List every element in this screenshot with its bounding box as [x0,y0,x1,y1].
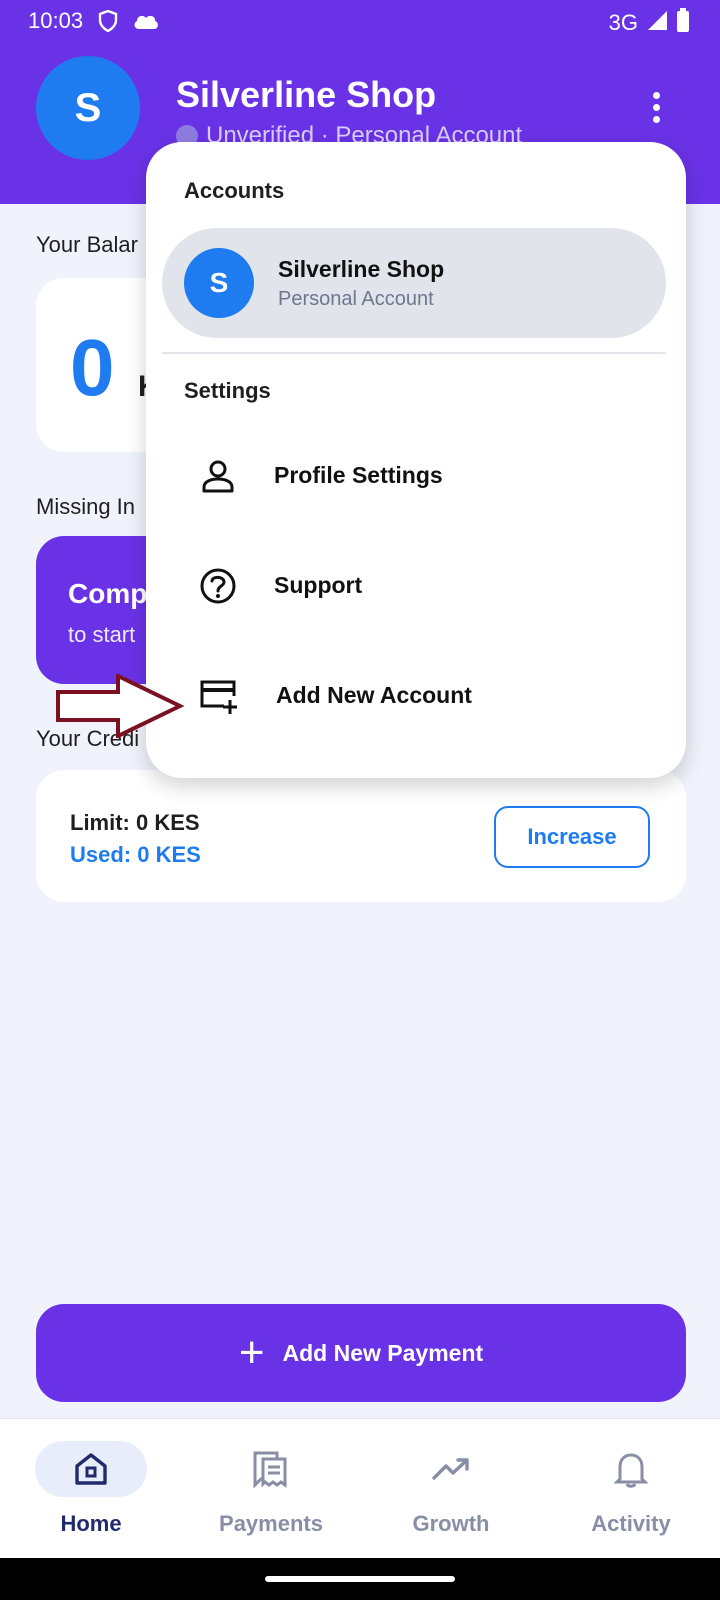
add-new-account-label: Add New Account [276,682,472,708]
credit-limit: Limit: 0 KES [70,810,200,835]
nav-growth[interactable]: Growth [366,1441,536,1537]
credit-card: Limit: 0 KES Used: 0 KES Increase [36,770,686,902]
bell-icon [575,1441,687,1497]
help-circle-icon [198,566,238,606]
home-icon [35,1441,147,1497]
account-title: Silverline Shop [176,74,437,115]
balance-label: Your Balar [36,232,138,257]
trending-up-icon [395,1441,507,1497]
account-item-silverline-shop[interactable]: S Silverline Shop Personal Account [162,228,666,338]
missing-info-label: Missing In [36,494,136,519]
add-new-payment-label: Add New Payment [282,1339,484,1366]
menu-item-support[interactable]: Support [162,536,666,636]
annotation-arrow-icon [56,672,185,743]
add-new-payment-button[interactable]: + Add New Payment [36,1304,686,1402]
plus-icon: + [238,1328,265,1377]
card-plus-icon [198,676,238,716]
avatar[interactable]: S [36,56,140,160]
nav-payments-label: Payments [219,1511,323,1536]
home-gesture-handle[interactable] [265,1576,455,1582]
account-name: Silverline Shop [278,256,445,282]
cloud-icon [132,12,160,35]
nav-growth-label: Growth [412,1511,490,1536]
settings-heading: Settings [184,378,271,403]
status-time: 10:03 [28,8,84,33]
nav-payments[interactable]: Payments [186,1441,356,1537]
menu-divider [162,352,666,354]
missing-card-title: Comp [68,578,148,609]
shield-icon [98,9,118,37]
signal-icon [646,9,668,37]
account-avatar: S [184,248,254,318]
person-icon [198,456,238,496]
nav-home-label: Home [60,1511,122,1536]
balance-value: 0 [70,323,115,412]
bottom-navigation: Home Payments Growth Activity [0,1418,720,1558]
menu-item-profile-settings[interactable]: Profile Settings [162,426,666,526]
account-type: Personal Account [278,288,434,310]
nav-activity-label: Activity [591,1511,671,1536]
receipt-icon [215,1441,327,1497]
increase-button[interactable]: Increase [494,806,650,868]
credit-used: Used: 0 KES [70,842,201,867]
status-bar: 10:03 3G [0,0,720,42]
missing-card-subtitle: to start [68,622,136,647]
profile-settings-label: Profile Settings [274,462,443,488]
nav-home[interactable]: Home [6,1441,176,1537]
accounts-heading: Accounts [184,178,285,203]
support-label: Support [274,572,363,598]
account-menu: Accounts S Silverline Shop Personal Acco… [146,142,686,778]
battery-icon [676,8,690,38]
network-type: 3G [608,10,638,35]
nav-activity[interactable]: Activity [546,1441,716,1537]
menu-item-add-new-account[interactable]: Add New Account [162,646,666,746]
system-gesture-bar [0,1558,720,1600]
more-options-icon[interactable] [650,92,662,126]
